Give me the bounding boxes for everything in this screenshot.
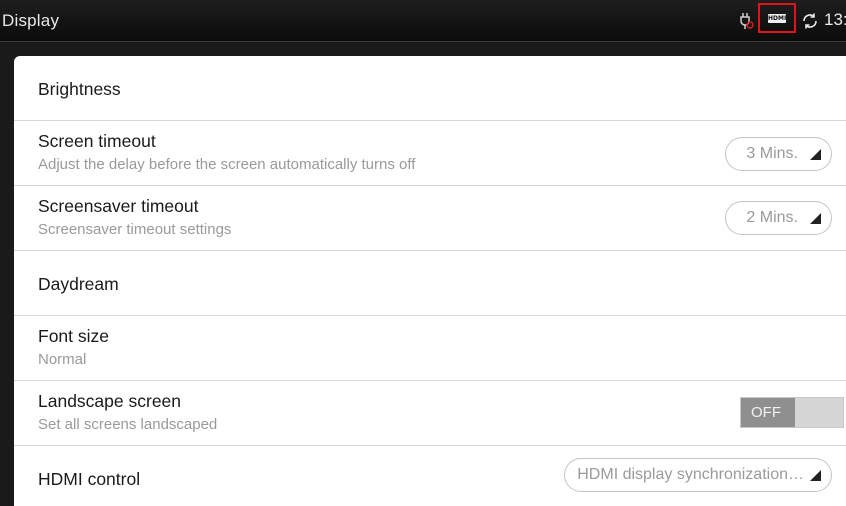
hdmi-icon: HDMI [768, 14, 787, 23]
setting-landscape-screen[interactable]: Landscape screen Set all screens landsca… [14, 381, 846, 446]
hdmi-control-dropdown[interactable]: HDMI display synchronization… [564, 458, 832, 492]
setting-title: Brightness [38, 79, 121, 99]
dropdown-arrow-icon [810, 148, 821, 160]
setting-title: Landscape screen [38, 391, 182, 411]
setting-brightness[interactable]: Brightness [14, 56, 846, 121]
setting-screen-timeout[interactable]: Screen timeout Adjust the delay before t… [14, 121, 846, 186]
setting-daydream[interactable]: Daydream [14, 251, 846, 316]
setting-subtitle: Set all screens landscaped [38, 416, 218, 433]
landscape-toggle-switch[interactable]: OFF [740, 397, 844, 428]
sync-icon [803, 13, 817, 29]
setting-title: Screensaver timeout [38, 196, 199, 216]
hdmi-highlight-box: HDMI [758, 3, 796, 33]
setting-title: Screen timeout [38, 131, 156, 151]
setting-subtitle: Adjust the delay before the screen autom… [38, 156, 416, 173]
dropdown-arrow-icon [810, 212, 821, 224]
settings-list: Brightness Screen timeout Adjust the del… [14, 56, 846, 506]
dropdown-value: 3 Mins. [746, 145, 798, 162]
setting-font-size[interactable]: Font size Normal [14, 316, 846, 381]
clock: 13:14 [824, 10, 846, 29]
screen-timeout-dropdown[interactable]: 3 Mins. [725, 137, 832, 171]
setting-title: Font size [38, 326, 109, 346]
screensaver-timeout-dropdown[interactable]: 2 Mins. [725, 201, 832, 235]
toggle-thumb: OFF [741, 398, 795, 427]
setting-screensaver-timeout[interactable]: Screensaver timeout Screensaver timeout … [14, 186, 846, 251]
setting-subtitle: Normal [38, 351, 87, 368]
setting-hdmi-control[interactable]: HDMI control HDMI display synchronizatio… [14, 446, 846, 506]
setting-title: HDMI control [38, 469, 141, 489]
dropdown-arrow-icon [810, 469, 821, 481]
setting-title: Daydream [38, 274, 119, 294]
dropdown-value: HDMI display synchronization… [577, 466, 804, 483]
status-bar: Display HDMI 13:14 [0, 0, 846, 42]
usb-icon [740, 13, 754, 29]
setting-subtitle: Screensaver timeout settings [38, 221, 232, 238]
dropdown-value: 2 Mins. [746, 209, 798, 226]
page-title: Display [2, 11, 60, 30]
